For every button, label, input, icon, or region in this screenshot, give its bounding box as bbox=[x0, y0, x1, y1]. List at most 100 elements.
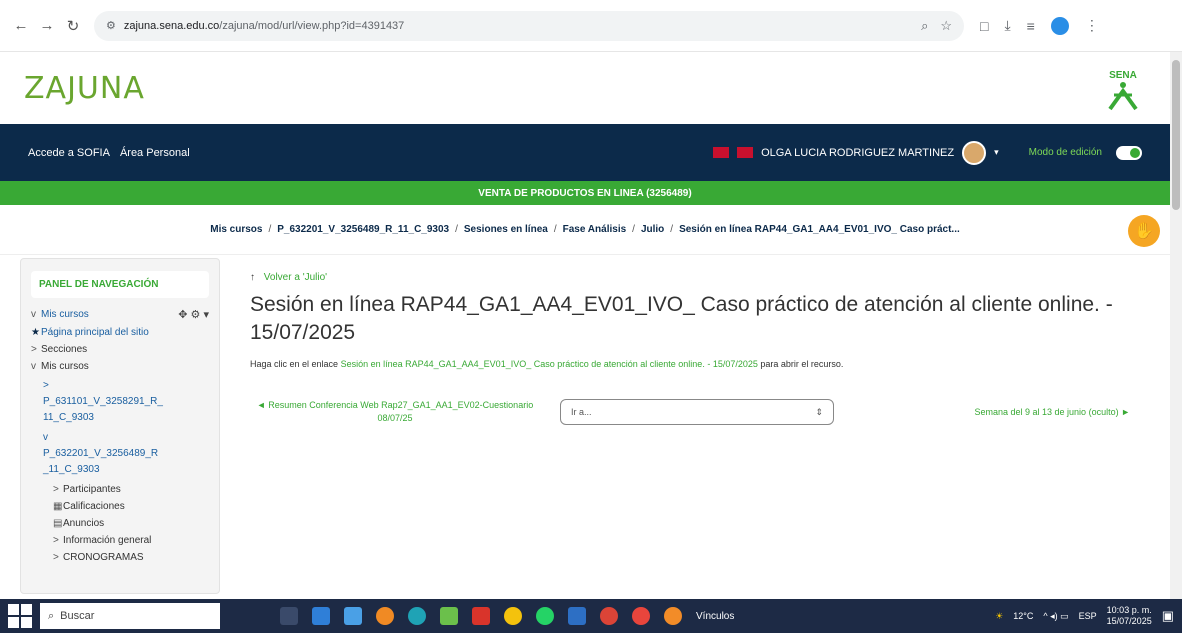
next-activity-link[interactable]: Semana del 9 al 13 de junio (oculto) ► bbox=[974, 407, 1130, 417]
jump-to-select[interactable]: Ir a... ⇕ bbox=[560, 399, 834, 425]
download-icon[interactable]: ⤓ bbox=[1004, 17, 1010, 34]
nav-item-sections[interactable]: > Secciones bbox=[31, 344, 209, 355]
chevron-down-icon[interactable]: ▾ bbox=[994, 147, 999, 158]
nav-item-announcements[interactable]: ▤ Anuncios bbox=[53, 518, 209, 529]
weather-label[interactable]: Vínculos bbox=[696, 611, 734, 622]
system-tray: ☀ 12°C ^ ◂) ▭ ESP 10:03 p. m. 15/07/2025… bbox=[995, 605, 1174, 627]
help-icon: ✋ bbox=[1134, 223, 1154, 240]
menu-kebab-icon[interactable]: ⋮ bbox=[1085, 17, 1099, 34]
nav-item-label[interactable]: Anuncios bbox=[63, 518, 104, 529]
sofia-link[interactable]: Accede a SOFIA bbox=[28, 147, 110, 159]
nav-item-general-info[interactable]: > Información general bbox=[53, 535, 209, 546]
taskbar-search[interactable]: ⌕ Buscar bbox=[40, 603, 220, 629]
acrobat-app-icon[interactable] bbox=[472, 607, 490, 625]
nav-item-label[interactable]: Calificaciones bbox=[63, 501, 125, 512]
back-arrow-icon[interactable]: ← bbox=[10, 15, 32, 37]
nav-item-label[interactable]: Participantes bbox=[63, 484, 121, 495]
chrome-app-icon[interactable] bbox=[504, 607, 522, 625]
nav-course-label[interactable]: P_631101_V_3258291_R_11_C_9303 bbox=[43, 394, 163, 426]
nav-item-schedules[interactable]: > CRONOGRAMAS bbox=[53, 552, 209, 563]
zajuna-logo[interactable]: ZAJUNA bbox=[24, 71, 145, 106]
edit-mode-toggle[interactable] bbox=[1116, 145, 1142, 160]
browser-toolbar: ← → ↻ ⚙ zajuna.sena.edu.co /zajuna/mod/u… bbox=[0, 0, 1182, 52]
zoom-icon[interactable]: ⌕ bbox=[921, 18, 928, 34]
explorer-app-icon[interactable] bbox=[568, 607, 586, 625]
breadcrumb-item[interactable]: Julio bbox=[641, 224, 664, 235]
course-title[interactable]: VENTA DE PRODUCTOS EN LINEA (3256489) bbox=[478, 188, 691, 199]
resource-instruction: Haga clic en el enlace Sesión en línea R… bbox=[250, 359, 1150, 369]
file-app-icon[interactable] bbox=[440, 607, 458, 625]
resource-link[interactable]: Sesión en línea RAP44_GA1_AA4_EV01_IVO_ … bbox=[341, 359, 758, 369]
avatar[interactable] bbox=[962, 140, 987, 165]
back-link-label[interactable]: Volver a 'Julio' bbox=[264, 272, 327, 283]
nav-item-label[interactable]: Secciones bbox=[41, 344, 87, 355]
extensions-icon[interactable]: □ bbox=[980, 18, 988, 34]
nav-course-label[interactable]: P_632201_V_3256489_R_11_C_9303 bbox=[43, 446, 163, 478]
taskbar-search-placeholder: Buscar bbox=[60, 610, 95, 622]
breadcrumb-item[interactable]: Fase Análisis bbox=[563, 224, 627, 235]
country-flag-icon[interactable] bbox=[737, 147, 754, 158]
block-settings-icon[interactable]: ✥ ⚙ ▾ bbox=[178, 308, 209, 321]
language-indicator[interactable]: ESP bbox=[1079, 611, 1097, 621]
previous-activity-link[interactable]: ◄ Resumen Conferencia Web Rap27_GA1_AA1_… bbox=[250, 399, 540, 425]
nav-item-mis-cursos[interactable]: v Mis cursos ✥ ⚙ ▾ bbox=[31, 308, 209, 321]
bookmark-star-icon[interactable]: ☆ bbox=[940, 18, 952, 34]
instruction-prefix: Haga clic en el enlace bbox=[250, 359, 339, 369]
nav-item-participants[interactable]: > Participantes bbox=[53, 484, 209, 495]
address-bar[interactable]: ⚙ zajuna.sena.edu.co /zajuna/mod/url/vie… bbox=[94, 10, 964, 41]
temperature[interactable]: 12°C bbox=[1013, 611, 1033, 621]
page-scrollbar[interactable] bbox=[1170, 52, 1182, 599]
chrome-active-app-icon[interactable] bbox=[600, 607, 618, 625]
windows-start-icon[interactable] bbox=[8, 604, 32, 628]
personal-area-link[interactable]: Área Personal bbox=[120, 147, 190, 159]
notification-icon[interactable]: ▣ bbox=[1162, 608, 1174, 624]
nav-item-label[interactable]: Información general bbox=[63, 535, 151, 546]
user-menu[interactable]: OLGA LUCIA RODRIGUEZ MARTINEZ ▾ Modo de … bbox=[713, 140, 1142, 165]
forum-icon: ▤ bbox=[53, 518, 63, 529]
nav-item-label[interactable]: Mis cursos bbox=[41, 361, 89, 372]
forward-arrow-icon[interactable]: → bbox=[36, 15, 58, 37]
navigation-panel-heading: PANEL DE NAVEGACIÓN bbox=[31, 271, 209, 298]
clock[interactable]: 10:03 p. m. 15/07/2025 bbox=[1107, 605, 1152, 627]
language-flag-icon[interactable] bbox=[713, 147, 730, 158]
chevron-down-icon: v bbox=[31, 309, 36, 320]
page-title: Sesión en línea RAP44_GA1_AA4_EV01_IVO_ … bbox=[250, 293, 1113, 344]
site-info-icon[interactable]: ⚙ bbox=[106, 19, 116, 32]
tray-icons[interactable]: ^ ◂) ▭ bbox=[1043, 611, 1068, 622]
store-app-icon[interactable] bbox=[344, 607, 362, 625]
nav-item-label[interactable]: CRONOGRAMAS bbox=[63, 552, 144, 563]
help-button[interactable]: ✋ bbox=[1128, 215, 1160, 247]
chevron-down-icon: v bbox=[43, 432, 48, 443]
nav-item-grades[interactable]: ▦ Calificaciones bbox=[53, 501, 209, 512]
nav-item-label[interactable]: Página principal del sitio bbox=[41, 327, 149, 338]
grades-table-icon: ▦ bbox=[53, 501, 63, 512]
firefox-app-icon[interactable] bbox=[376, 607, 394, 625]
user-name[interactable]: OLGA LUCIA RODRIGUEZ MARTINEZ bbox=[761, 147, 954, 159]
teams-app-icon[interactable] bbox=[632, 607, 650, 625]
nav-item-label[interactable]: Mis cursos bbox=[41, 309, 89, 320]
up-arrow-icon: ↑ bbox=[250, 272, 255, 283]
chevron-down-icon: v bbox=[31, 361, 36, 372]
nav-item-home[interactable]: ★ Página principal del sitio bbox=[31, 327, 209, 338]
breadcrumb-item[interactable]: P_632201_V_3256489_R_11_C_9303 bbox=[277, 224, 449, 235]
profile-avatar-icon[interactable] bbox=[1050, 16, 1069, 35]
instruction-suffix: para abrir el recurso. bbox=[760, 359, 844, 369]
chevron-right-icon: > bbox=[31, 344, 37, 355]
back-to-july-link[interactable]: ↑ Volver a 'Julio' bbox=[250, 272, 1150, 283]
nav-item-my-courses[interactable]: v Mis cursos bbox=[31, 361, 209, 372]
chevron-right-icon: > bbox=[53, 535, 59, 546]
nav-course-1[interactable]: > P_631101_V_3258291_R_11_C_9303 bbox=[43, 378, 209, 426]
scrollbar-thumb[interactable] bbox=[1172, 60, 1180, 210]
weather-icon[interactable]: ☀ bbox=[995, 611, 1003, 622]
edge-app-icon[interactable] bbox=[408, 607, 426, 625]
breadcrumb-item[interactable]: Sesiones en línea bbox=[464, 224, 548, 235]
top-navigation: Accede a SOFIA Área Personal OLGA LUCIA … bbox=[0, 124, 1170, 181]
reload-icon[interactable]: ↻ bbox=[62, 15, 84, 37]
nav-course-2[interactable]: v P_632201_V_3256489_R_11_C_9303 bbox=[43, 430, 209, 478]
calendar-app-icon[interactable] bbox=[312, 607, 330, 625]
breadcrumb-item[interactable]: Mis cursos bbox=[210, 224, 262, 235]
browser-app-icon[interactable] bbox=[664, 607, 682, 625]
task-view-icon[interactable] bbox=[280, 607, 298, 625]
whatsapp-app-icon[interactable] bbox=[536, 607, 554, 625]
tab-search-icon[interactable]: ≡ bbox=[1027, 18, 1035, 34]
